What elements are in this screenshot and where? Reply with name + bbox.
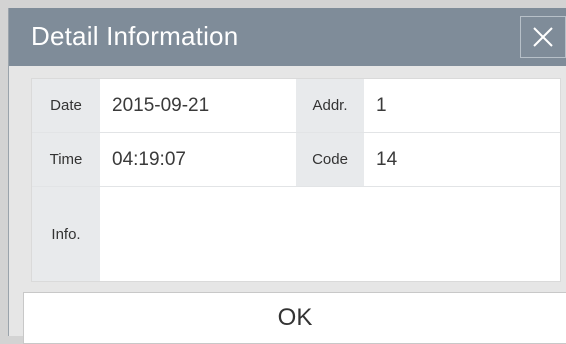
dialog-title: Detail Information xyxy=(31,21,239,51)
detail-table: Date 2015-09-21 Addr. 1 Time 04:19:07 Co… xyxy=(31,78,561,282)
close-icon xyxy=(533,27,553,47)
time-label: Time xyxy=(32,133,100,186)
detail-information-dialog: Detail Information Date 2015-09-21 Addr.… xyxy=(8,8,566,344)
dialog-titlebar: Detail Information xyxy=(9,8,566,66)
code-label: Code xyxy=(296,133,364,186)
date-label: Date xyxy=(32,79,100,132)
info-value xyxy=(100,187,560,281)
date-value: 2015-09-21 xyxy=(112,94,210,116)
ok-button[interactable]: OK xyxy=(23,292,566,344)
addr-value: 1 xyxy=(376,94,387,116)
info-label: Info. xyxy=(32,187,100,281)
addr-label: Addr. xyxy=(296,79,364,132)
close-button[interactable] xyxy=(520,16,566,58)
code-value: 14 xyxy=(376,148,398,170)
time-value: 04:19:07 xyxy=(112,148,186,170)
